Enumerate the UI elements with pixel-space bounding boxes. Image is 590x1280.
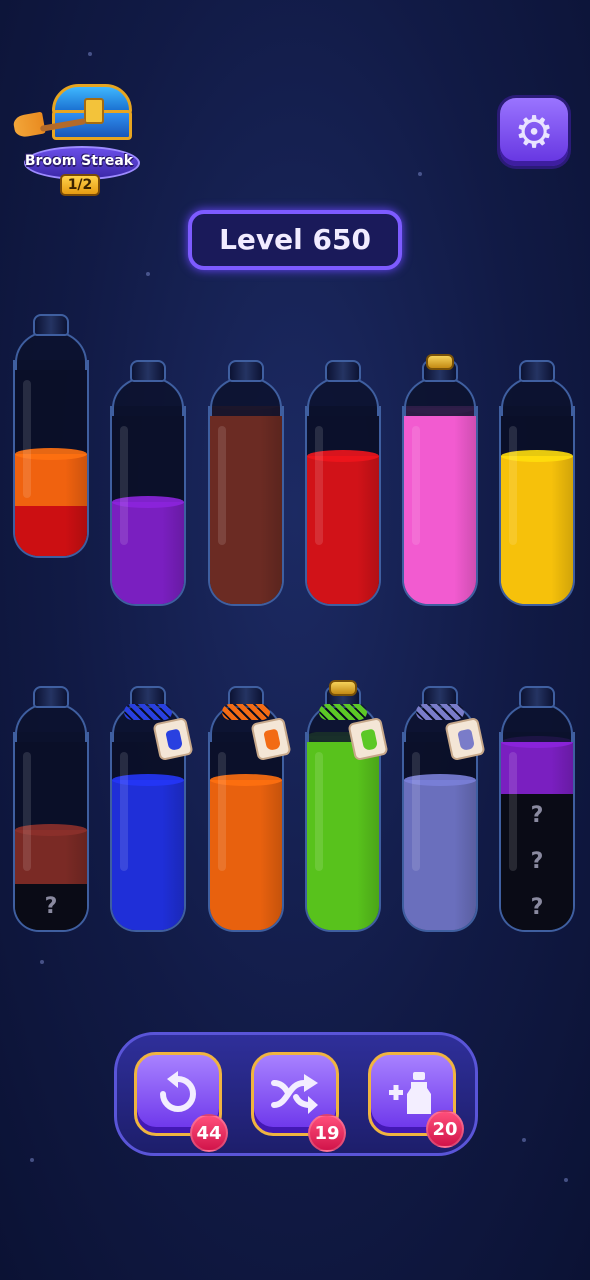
rope-icon [319,704,367,720]
hidden-layer-question-mark: ? [530,895,544,920]
level-indicator: Level 650 [188,210,402,270]
bottle-body [305,732,381,932]
bottle-shoulder [404,376,476,416]
bottle-body: ? [13,732,89,932]
bottle-shoulder [15,702,87,742]
bottle-2-5[interactable] [400,686,486,934]
add-bottle-count-badge: 20 [426,1110,464,1148]
bottle-neck [130,360,166,382]
bottle-neck [33,686,69,708]
glass-shine [120,426,128,545]
bottle-body [208,732,284,932]
hidden-layer: ? [15,884,87,930]
color-tag-icon [347,716,389,762]
color-tag-icon [152,716,194,762]
bottle-shoulder [307,376,379,416]
bottle-neck [519,360,555,382]
liquid-layer [15,506,87,556]
streak-progress: 1/2 [60,174,100,196]
star-decoration [40,960,44,964]
star-decoration [30,1158,34,1162]
gear-icon: ⚙ [514,106,554,158]
glass-shine [218,752,226,871]
undo-count-badge: 44 [190,1114,228,1152]
bottle-body: ??? [499,732,575,932]
glass-shine [218,426,226,545]
bottle-body [402,406,478,606]
add-bottle-icon [389,1072,431,1114]
glass-shine [412,752,420,871]
bottle-body [110,732,186,932]
bottle-shoulder [112,376,184,416]
hidden-layer: ? [501,886,573,930]
shuffle-count-badge: 19 [308,1114,346,1152]
star-decoration [564,1178,568,1182]
bottle-body [305,406,381,606]
glass-shine [23,752,31,871]
rope-icon [416,704,464,720]
bottle-1-5[interactable] [400,354,480,608]
color-tag-icon [444,716,486,762]
bottle-1-2[interactable] [108,360,188,608]
glass-shine [315,752,323,871]
bottle-body [110,406,186,606]
rope-icon [222,704,270,720]
bottle-body [402,732,478,932]
glass-shine [509,426,517,545]
bottle-shoulder [15,330,87,370]
glass-shine [412,426,420,545]
star-decoration [146,272,150,276]
bottle-2-2[interactable] [108,686,194,934]
glass-shine [509,752,517,871]
bottle-body [208,406,284,606]
bottle-2-4[interactable] [303,680,389,934]
bottle-shoulder [501,702,573,742]
broom-icon [12,111,87,139]
bottle-shoulder [501,376,573,416]
star-decoration [88,52,92,56]
streak-label: Broom Streak [24,153,134,169]
star-decoration [418,172,422,176]
bottle-neck [519,686,555,708]
color-tag-icon [250,716,292,762]
glass-shine [315,426,323,545]
cork-icon [426,354,454,370]
bottle-body [499,406,575,606]
bottle-shoulder [210,376,282,416]
bottle-neck [325,360,361,382]
glass-shine [120,752,128,871]
bottle-neck [228,360,264,382]
broom-streak-badge[interactable]: Broom Streak 1/2 [12,80,144,200]
star-decoration [522,1138,526,1142]
bottle-1-1[interactable] [11,314,91,560]
hidden-layer-question-mark: ? [44,894,58,919]
rope-icon [124,704,172,720]
bottle-2-6[interactable]: ??? [497,686,577,934]
bottle-1-4[interactable] [303,360,383,608]
glass-shine [23,380,31,498]
bottle-1-6[interactable] [497,360,577,608]
bottle-neck [33,314,69,336]
bottle-2-1[interactable]: ? [11,686,91,934]
settings-button[interactable]: ⚙ [500,98,568,166]
bottle-body [13,360,89,558]
treasure-chest-icon [52,84,132,142]
bottle-2-3[interactable] [206,686,292,934]
cork-icon [329,680,357,696]
shuffle-icon [271,1074,318,1114]
bottle-1-3[interactable] [206,360,286,608]
undo-icon [160,1071,196,1112]
